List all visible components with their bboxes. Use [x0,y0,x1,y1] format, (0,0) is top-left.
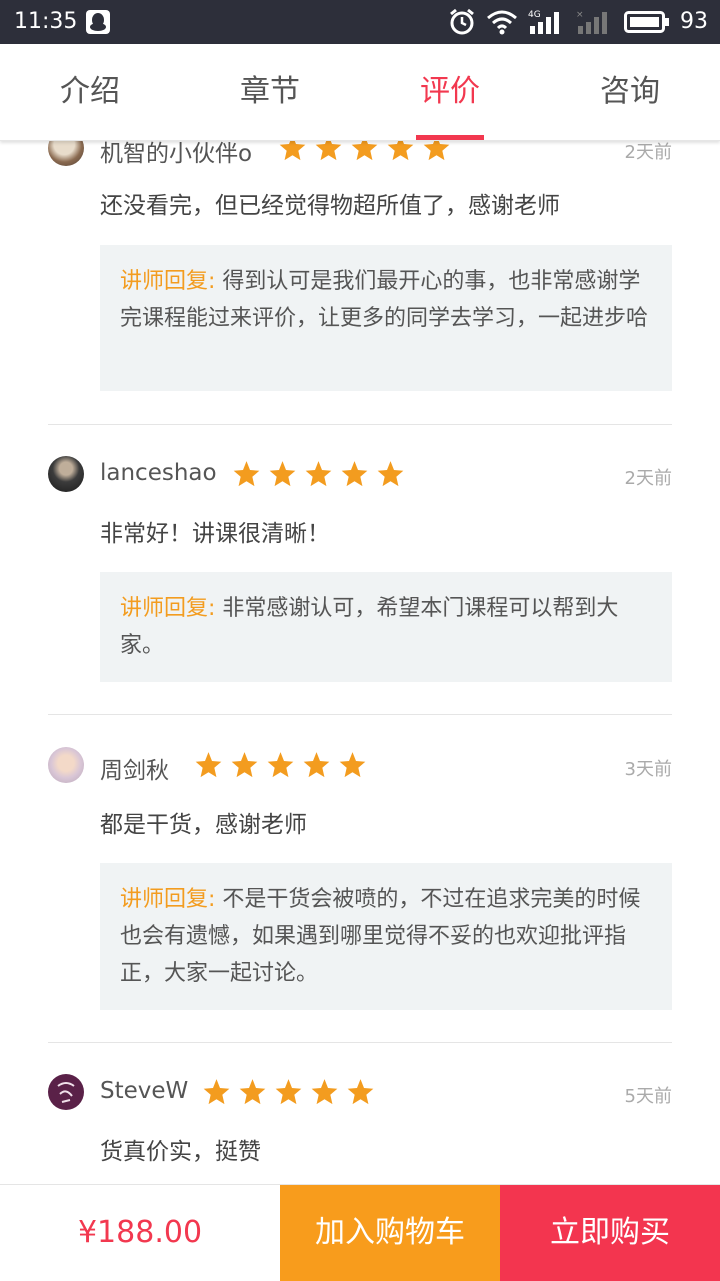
star-icon [347,1079,374,1105]
avatar[interactable] [48,140,84,166]
star-icon [351,140,378,161]
rating-stars [232,460,405,488]
qq-icon [86,10,110,34]
reply-label: 讲师回复: [120,269,216,294]
star-icon [377,461,404,487]
star-icon [203,1079,230,1105]
rating-stars [202,1078,375,1106]
status-time: 11:35 [14,9,78,34]
review-item: SteveW 5天前 货真价实，挺赞 [48,1074,672,1184]
review-item: 周剑秋 3天前 都是干货，感谢老师 讲师回复: 不是干货会被喷的，不过在追求完美… [48,747,672,1027]
signal-empty-icon: × [576,10,607,34]
tab-chapters[interactable]: 章节 [200,44,340,140]
review-time: 3天前 [624,759,672,780]
signal-4g-icon: 4G [528,10,559,34]
tab-consult[interactable]: 咨询 [560,44,700,140]
wifi-icon [487,10,517,35]
star-icon [387,140,414,161]
review-list[interactable]: 机智的小伙伴o 2天前 还没看完，但已经觉得物超所值了，感谢老师 讲师回复: 得… [0,140,720,1184]
rating-stars [194,751,367,779]
battery-level: 93 [680,9,708,34]
avatar[interactable] [48,456,84,492]
star-icon [305,461,332,487]
add-to-cart-button[interactable]: 加入购物车 [280,1185,500,1281]
rating-stars [278,140,451,162]
star-icon [275,1079,302,1105]
tab-intro[interactable]: 介绍 [20,44,160,140]
svg-text:4G: 4G [528,10,541,20]
teacher-reply: 讲师回复: 非常感谢认可，希望本门课程可以帮到大家。 [100,572,672,682]
avatar-glyph [57,1082,75,1103]
star-icon [233,461,260,487]
review-time: 5天前 [624,1086,672,1107]
divider [48,1042,672,1043]
reply-label: 讲师回复: [120,887,216,912]
review-time: 2天前 [624,142,672,163]
star-icon [195,752,222,778]
avatar[interactable] [48,747,84,783]
reply-label: 讲师回复: [120,596,216,621]
review-username: 周剑秋 [100,758,169,784]
star-icon [423,140,450,161]
review-item: 机智的小伙伴o 2天前 还没看完，但已经觉得物超所值了，感谢老师 讲师回复: 得… [48,140,672,408]
teacher-reply: 讲师回复: 得到认可是我们最开心的事，也非常感谢学完课程能过来评价，让更多的同学… [100,245,672,391]
alarm-icon [450,8,474,35]
active-tab-indicator [416,135,484,140]
review-time: 2天前 [624,468,672,489]
star-icon [279,140,306,161]
review-content: 货真价实，挺赞 [100,1139,261,1165]
tab-reviews[interactable]: 评价 [380,44,520,140]
review-content: 还没看完，但已经觉得物超所值了，感谢老师 [100,193,560,219]
buy-now-button[interactable]: 立即购买 [500,1185,720,1281]
star-icon [303,752,330,778]
status-icons: 4G × 93 [448,6,708,38]
star-icon [231,752,258,778]
divider [48,714,672,715]
star-icon [239,1079,266,1105]
battery-icon [624,11,669,33]
review-username: lanceshao [100,460,217,486]
review-content: 都是干货，感谢老师 [100,812,307,838]
star-icon [341,461,368,487]
review-item: lanceshao 2天前 非常好！讲课很清晰！ 讲师回复: 非常感谢认可，希望… [48,456,672,716]
star-icon [311,1079,338,1105]
status-bar: 11:35 4G × 93 [0,0,720,44]
teacher-reply: 讲师回复: 不是干货会被喷的，不过在追求完美的时候也会有遗憾，如果遇到哪里觉得不… [100,863,672,1010]
star-icon [267,752,294,778]
review-username: SteveW [100,1078,189,1104]
purchase-bar: ¥188.00 加入购物车 立即购买 [0,1184,720,1281]
star-icon [269,461,296,487]
divider [48,424,672,425]
star-icon [339,752,366,778]
course-price: ¥188.00 [77,1215,203,1250]
svg-text:×: × [576,10,584,20]
course-tabs: 介绍 章节 评价 咨询 [0,44,720,141]
star-icon [315,140,342,161]
review-content: 非常好！讲课很清晰！ [100,521,330,547]
avatar[interactable] [48,1074,84,1110]
review-username: 机智的小伙伴o [100,141,253,167]
